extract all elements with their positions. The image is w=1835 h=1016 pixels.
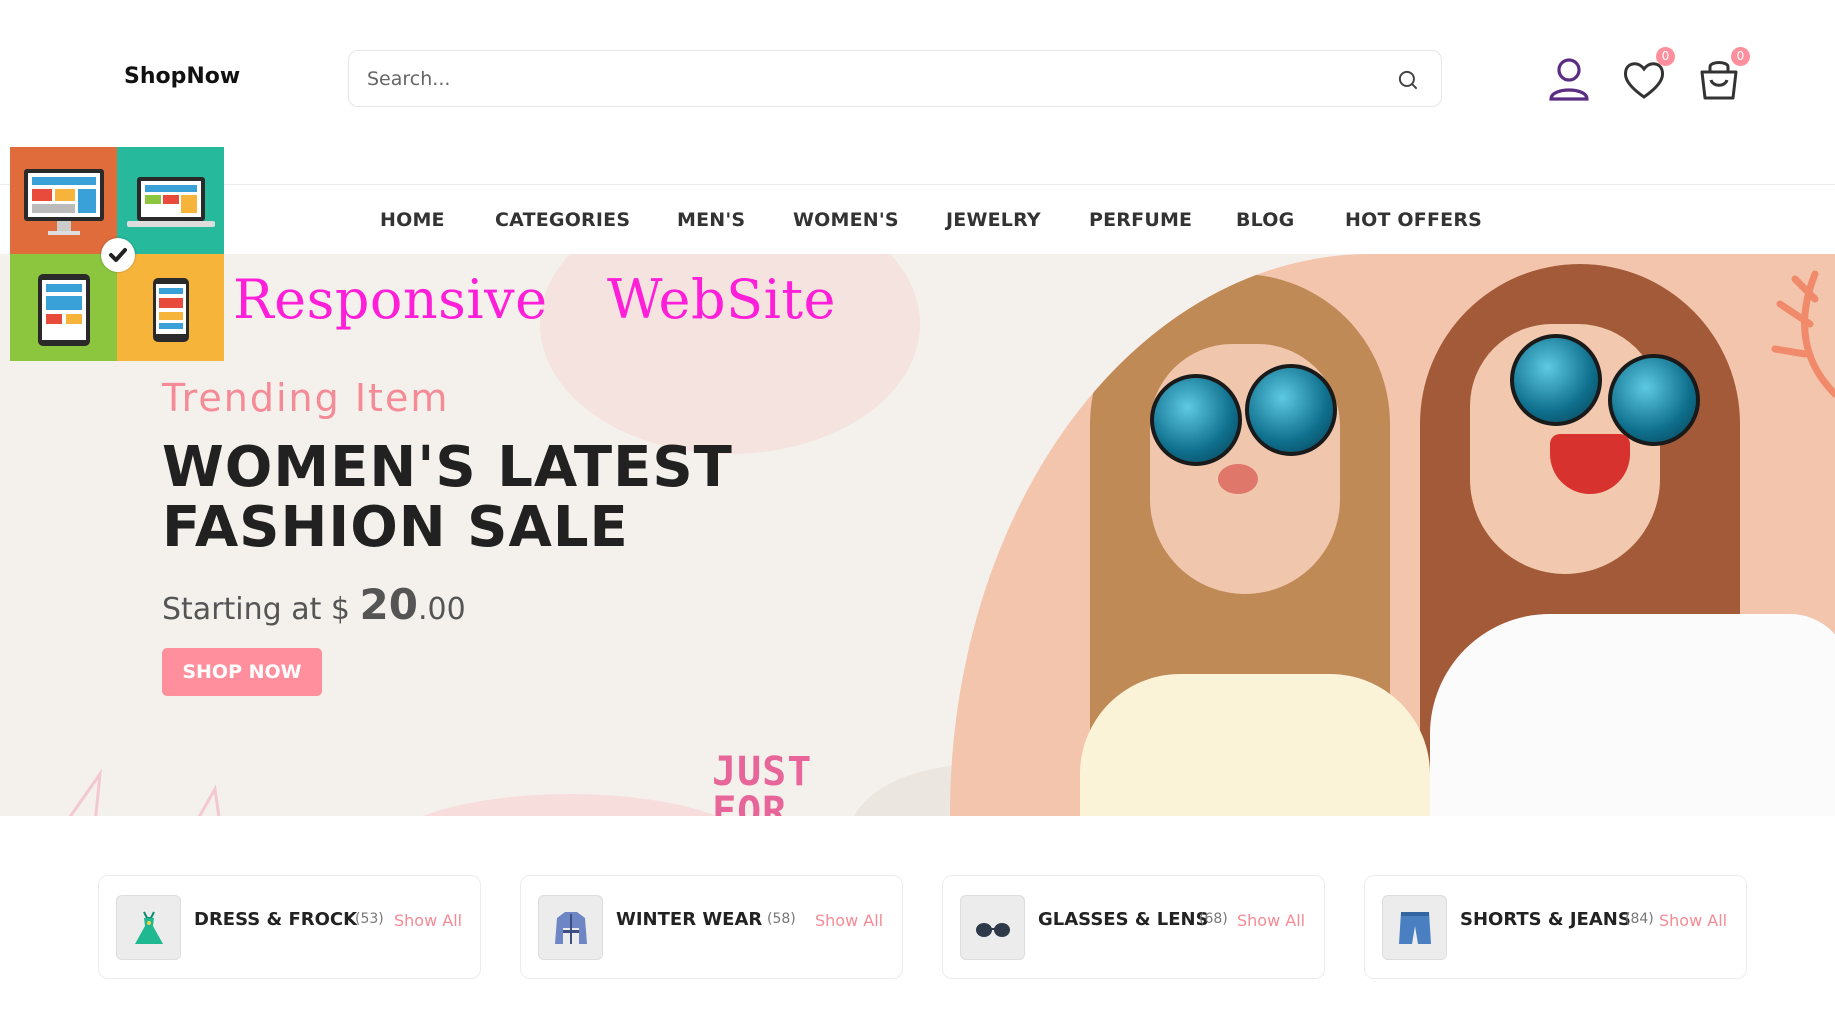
nav-item-jewelry[interactable]: JEWELRY bbox=[946, 209, 1041, 231]
hero-price: Starting at $ 20.00 bbox=[162, 580, 466, 629]
coat-icon bbox=[555, 912, 587, 944]
dress-icon bbox=[135, 911, 163, 944]
category-name: WINTER WEAR bbox=[616, 909, 763, 930]
hero-decor-text: JUST FOR bbox=[712, 752, 812, 816]
category-name: SHORTS & JEANS bbox=[1460, 909, 1631, 930]
checkmark-badge bbox=[101, 238, 135, 272]
category-name: GLASSES & LENS bbox=[1038, 909, 1209, 930]
hero-image-shape bbox=[1080, 674, 1430, 816]
category-count: (53) bbox=[355, 911, 384, 927]
search-bar bbox=[348, 50, 1442, 107]
cart-button[interactable]: 0 bbox=[1694, 47, 1750, 105]
category-card-dress[interactable]: DRESS & FROCK (53) Show All bbox=[98, 875, 481, 979]
decor-text-line: FOR bbox=[712, 789, 788, 816]
category-show-all-link[interactable]: Show All bbox=[1659, 911, 1727, 930]
coral-decor-icon bbox=[1771, 270, 1835, 398]
nav-item-mens[interactable]: MEN'S bbox=[677, 209, 745, 231]
user-account-button[interactable] bbox=[1544, 55, 1594, 105]
site-logo[interactable]: ShopNow bbox=[124, 64, 240, 89]
category-count: (58) bbox=[767, 911, 796, 927]
nav-item-hot-offers[interactable]: HOT OFFERS bbox=[1345, 209, 1482, 231]
search-icon[interactable] bbox=[1395, 67, 1421, 93]
hero-title-line: FASHION SALE bbox=[162, 495, 629, 560]
sunglasses-lens bbox=[1245, 364, 1337, 456]
site-header: ShopNow 0 0 bbox=[0, 0, 1835, 185]
category-name: DRESS & FROCK bbox=[194, 909, 358, 930]
category-count: (84) bbox=[1625, 911, 1654, 927]
decor-text-line: JUST bbox=[712, 752, 813, 795]
nav-item-perfume[interactable]: PERFUME bbox=[1089, 209, 1192, 231]
shop-now-button[interactable]: SHOP NOW bbox=[162, 648, 322, 696]
category-count: (68) bbox=[1199, 911, 1228, 927]
category-card-glasses[interactable]: GLASSES & LENS (68) Show All bbox=[942, 875, 1325, 979]
price-whole: 20 bbox=[359, 580, 418, 629]
nav-item-categories[interactable]: CATEGORIES bbox=[495, 209, 630, 231]
cart-count-badge: 0 bbox=[1731, 47, 1750, 66]
responsive-website-label: Responsive WebSite bbox=[233, 268, 837, 331]
hero-subtitle: Trending Item bbox=[162, 376, 450, 420]
hero-image bbox=[950, 254, 1835, 816]
hero-image-lips bbox=[1218, 464, 1258, 494]
hero-image-shape bbox=[1430, 614, 1835, 816]
category-show-all-link[interactable]: Show All bbox=[815, 911, 883, 930]
category-card-winter-wear[interactable]: WINTER WEAR (58) Show All bbox=[520, 875, 903, 979]
category-thumbnail bbox=[538, 895, 603, 960]
category-card-shorts[interactable]: SHORTS & JEANS (84) Show All bbox=[1364, 875, 1747, 979]
category-thumbnail bbox=[116, 895, 181, 960]
price-prefix: Starting at $ bbox=[162, 592, 360, 627]
checkmark-icon bbox=[109, 248, 127, 262]
hero-title: WOMEN'S LATEST FASHION SALE bbox=[162, 438, 733, 558]
hero-decor-blob bbox=[380, 794, 760, 816]
category-show-all-link[interactable]: Show All bbox=[394, 911, 462, 930]
search-input[interactable] bbox=[367, 66, 1347, 92]
category-thumbnail bbox=[1382, 895, 1447, 960]
sunglasses-lens bbox=[1150, 374, 1242, 466]
wishlist-button[interactable]: 0 bbox=[1619, 47, 1675, 105]
user-icon bbox=[1549, 58, 1589, 101]
responsive-devices-graphic bbox=[10, 147, 224, 361]
nav-item-womens[interactable]: WOMEN'S bbox=[793, 209, 899, 231]
hero-title-line: WOMEN'S LATEST bbox=[162, 435, 733, 500]
price-cents: .00 bbox=[417, 592, 466, 627]
nav-item-home[interactable]: HOME bbox=[380, 209, 445, 231]
wishlist-count-badge: 0 bbox=[1656, 47, 1675, 66]
sunglasses-lens bbox=[1608, 354, 1700, 446]
shorts-icon bbox=[1399, 912, 1431, 944]
glasses-icon bbox=[976, 923, 1010, 937]
main-nav: HOME CATEGORIES MEN'S WOMEN'S JEWELRY PE… bbox=[0, 185, 1835, 255]
nav-item-blog[interactable]: BLOG bbox=[1236, 209, 1294, 231]
category-show-all-link[interactable]: Show All bbox=[1237, 911, 1305, 930]
sunglasses-lens bbox=[1510, 334, 1602, 426]
category-thumbnail bbox=[960, 895, 1025, 960]
hero-decor-leaf bbox=[68, 768, 221, 816]
